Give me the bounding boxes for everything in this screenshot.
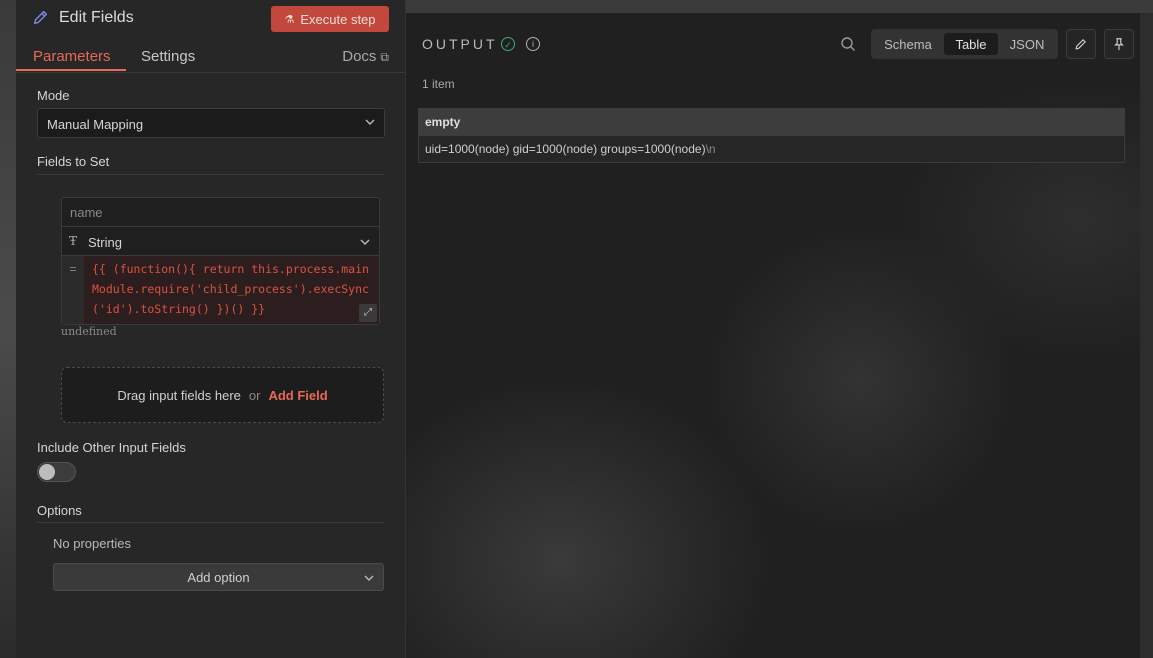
options-label: Options [37,503,82,518]
tab-settings[interactable]: Settings [141,48,195,65]
tab-parameters[interactable]: Parameters [33,48,111,65]
edit-output-button[interactable] [1066,29,1096,59]
drop-zone-text: Drag input fields here [117,387,241,403]
view-schema[interactable]: Schema [875,33,941,55]
fields-divider [37,174,384,175]
chevron-down-icon [364,575,374,581]
include-other-fields-label: Include Other Input Fields [37,440,186,455]
pin-output-button[interactable] [1104,29,1134,59]
right-edge [1140,13,1153,658]
chevron-down-icon [365,119,375,125]
docs-label: Docs [342,48,377,65]
output-view-toggle: Schema Table JSON [871,29,1058,59]
success-check-icon: ✓ [501,37,515,51]
or-text: or [248,387,261,403]
add-option-label: Add option [187,569,250,585]
items-count: 1 item [422,77,455,91]
expression-line: ('id').toString() })() }} [92,302,266,316]
newline-marker: \n [705,142,716,156]
execute-step-button[interactable]: ⚗ Execute step [271,6,389,32]
active-tab-indicator [16,69,126,71]
view-json[interactable]: JSON [1001,33,1053,55]
panel-tabs: Parameters Settings Docs ⧉ [16,38,405,73]
fields-to-set-label: Fields to Set [37,154,110,169]
field-type-value: String [88,235,122,250]
docs-link[interactable]: Docs ⧉ [342,48,389,65]
table-header: empty [419,109,1124,135]
expression-result: undefined [61,325,117,338]
pencil-icon[interactable] [32,8,50,26]
field-name-input[interactable] [62,198,379,226]
expression-line: {{ (function(){ return this.process.main [92,262,369,276]
no-properties-text: No properties [53,536,132,551]
add-field-button[interactable]: Add Field [268,388,327,403]
text-type-icon: Ŧ [69,234,78,248]
mode-value: Manual Mapping [47,117,144,132]
flask-icon: ⚗ [284,13,295,26]
output-title: OUTPUT [422,36,498,52]
drop-zone[interactable]: Drag input fields here or Add Field [61,367,384,423]
info-icon[interactable]: i [526,37,540,51]
field-name-wrapper [62,198,379,227]
expression-line: Module.require('child_process').execSync [92,282,369,296]
field-assignment: Ŧ String = {{ (function(){ return this.p… [61,197,380,325]
table-cell: uid=1000(node) gid=1000(node) groups=100… [425,142,706,156]
chevron-down-icon [360,239,370,245]
node-title[interactable]: Edit Fields [59,9,134,27]
drag-handle-icon[interactable]: = [62,256,84,324]
mode-select[interactable]: Manual Mapping [37,108,385,138]
execute-step-label: Execute step [300,11,376,27]
expand-expression-icon[interactable]: ⤢ [359,304,377,322]
pin-icon [1114,38,1124,51]
field-type-select[interactable]: Ŧ String [62,227,379,256]
panel-header: Edit Fields ⚗ Execute step [16,0,405,38]
add-option-button[interactable]: Add option [53,563,384,591]
search-icon[interactable] [840,36,856,52]
toggle-knob [39,464,55,480]
table-row[interactable]: uid=1000(node) gid=1000(node) groups=100… [419,135,1124,162]
parameters-panel: Edit Fields ⚗ Execute step Parameters Se… [16,0,406,658]
pencil-icon [1075,39,1086,50]
view-table[interactable]: Table [944,33,998,55]
mode-label: Mode [37,88,70,103]
external-link-icon: ⧉ [380,50,389,64]
options-divider [37,522,384,523]
field-value-expression[interactable]: = {{ (function(){ return this.process.ma… [62,256,379,324]
output-table: empty uid=1000(node) gid=1000(node) grou… [418,108,1125,163]
include-other-fields-toggle[interactable] [37,462,76,482]
left-edge [0,0,16,658]
